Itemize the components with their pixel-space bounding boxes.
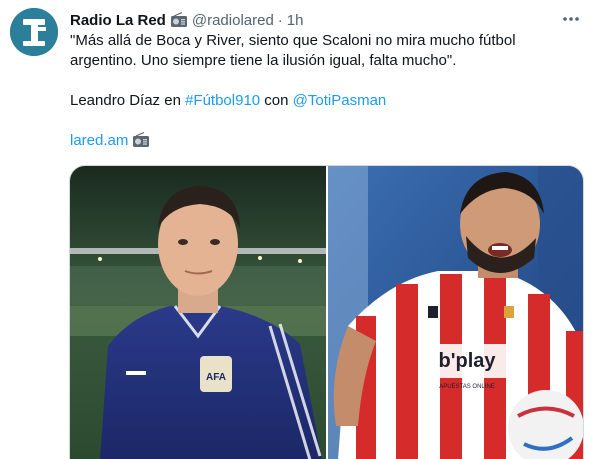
- display-name[interactable]: Radio La Red: [70, 12, 166, 29]
- more-options-icon[interactable]: [560, 8, 582, 30]
- scaloni-photo[interactable]: AFA: [70, 166, 326, 459]
- avatar[interactable]: [10, 8, 58, 56]
- hashtag-link[interactable]: #Fútbol910: [185, 92, 260, 109]
- player-photo[interactable]: b'play APUESTAS ONLINE: [328, 166, 583, 459]
- radio-icon: [132, 131, 150, 148]
- tweet-text-line-2: argentino. Uno siempre tiene la ilusión …: [70, 52, 457, 69]
- handle[interactable]: @radiolared: [192, 12, 274, 29]
- credit-prefix: Leandro Díaz en: [70, 92, 186, 109]
- tweet[interactable]: Radio La Red @radiolared · 1h "Más allá …: [0, 0, 598, 459]
- radio-icon: [170, 12, 188, 28]
- tweet-header: Radio La Red @radiolared · 1h: [70, 10, 582, 30]
- separator: ·: [277, 11, 283, 29]
- sponsor-sub: APUESTAS ONLINE: [439, 384, 495, 390]
- svg-text:AFA: AFA: [206, 372, 226, 383]
- timestamp[interactable]: 1h: [287, 12, 304, 29]
- mention-link[interactable]: @TotiPasman: [293, 92, 387, 109]
- credit-middle: con: [260, 92, 293, 109]
- tweet-text: "Más allá de Boca y River, siento que Sc…: [70, 31, 580, 151]
- media-grid: AFA b'play APUESTAS ONLINE: [69, 165, 584, 459]
- sponsor-logo: b'play: [439, 350, 497, 372]
- link-line: lared.am: [70, 131, 580, 151]
- radio-la-red-logo-icon: [10, 8, 58, 56]
- tweet-text-line-1: "Más allá de Boca y River, siento que Sc…: [70, 32, 516, 49]
- credit-line: Leandro Díaz en #Fútbol910 con @TotiPasm…: [70, 91, 580, 111]
- website-link[interactable]: lared.am: [70, 132, 128, 149]
